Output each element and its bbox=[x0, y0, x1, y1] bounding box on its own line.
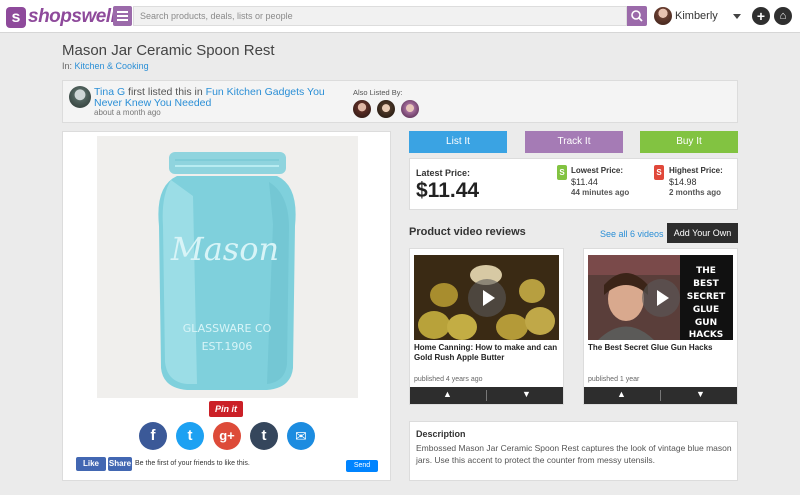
svg-text:THE: THE bbox=[696, 266, 716, 276]
video-reviews-heading: Product video reviews bbox=[409, 226, 526, 238]
search-icon bbox=[631, 10, 643, 22]
search-button[interactable] bbox=[627, 6, 647, 26]
breadcrumb-prefix: In: bbox=[62, 61, 73, 71]
description-panel: Description Embossed Mason Jar Ceramic S… bbox=[409, 421, 738, 481]
video-thumbnail[interactable]: THE BEST SECRET GLUE GUN HACKS bbox=[588, 255, 733, 340]
product-image[interactable]: Mason GLASSWARE CO EST.1906 bbox=[97, 136, 358, 398]
also-listed-label: Also Listed By: bbox=[353, 88, 403, 97]
jar-emboss-mason: Mason bbox=[170, 230, 279, 268]
listed-by-panel: Tina G first listed this in Fun Kitchen … bbox=[62, 80, 738, 123]
product-title: Mason Jar Ceramic Spoon Rest bbox=[62, 42, 275, 59]
latest-price-value: $11.44 bbox=[416, 179, 480, 202]
list-it-button[interactable]: List It bbox=[409, 131, 507, 153]
thumbs-down-icon[interactable]: ▼ bbox=[696, 389, 705, 399]
highest-price-tag-icon: S bbox=[654, 165, 664, 180]
video-title[interactable]: The Best Secret Glue Gun Hacks bbox=[588, 343, 736, 353]
search-input[interactable]: Search products, deals, lists or people bbox=[133, 6, 627, 26]
listed-by-text: Tina G first listed this in Fun Kitchen … bbox=[94, 87, 354, 109]
svg-text:HACKS: HACKS bbox=[689, 330, 724, 340]
shopswell-logo[interactable]: s shopswell bbox=[6, 6, 116, 28]
messenger-send-button[interactable]: Send bbox=[346, 460, 378, 472]
also-listed-avatar[interactable] bbox=[401, 100, 419, 118]
thumbs-up-icon[interactable]: ▲ bbox=[617, 389, 626, 399]
user-avatar[interactable] bbox=[654, 7, 672, 25]
price-panel: Latest Price: $11.44 S Lowest Price: $11… bbox=[409, 158, 738, 210]
video-published: published 1 year bbox=[588, 376, 640, 383]
twitter-icon[interactable]: t bbox=[176, 422, 204, 450]
video-thumbnail[interactable] bbox=[414, 255, 559, 340]
chevron-down-icon[interactable] bbox=[733, 14, 741, 19]
see-all-videos-link[interactable]: See all 6 videos bbox=[600, 229, 664, 239]
facebook-like-text: Be the first of your friends to like thi… bbox=[135, 460, 250, 467]
play-icon[interactable] bbox=[468, 279, 506, 317]
svg-text:BEST: BEST bbox=[693, 279, 719, 289]
menu-icon[interactable] bbox=[113, 6, 132, 26]
top-navigation-bar: s shopswell Search products, deals, list… bbox=[0, 0, 800, 33]
video-card[interactable]: Home Canning: How to make and can Gold R… bbox=[409, 248, 564, 405]
add-your-own-button[interactable]: Add Your Own bbox=[667, 223, 738, 243]
video-published: published 4 years ago bbox=[414, 376, 483, 383]
pin-it-button[interactable]: Pin it bbox=[209, 401, 243, 417]
lowest-price-label: Lowest Price: bbox=[571, 166, 624, 175]
also-listed-avatar[interactable] bbox=[377, 100, 395, 118]
thumbs-down-icon[interactable]: ▼ bbox=[522, 389, 531, 399]
category-link[interactable]: Kitchen & Cooking bbox=[75, 61, 149, 71]
jar-emboss-est: EST.1906 bbox=[202, 340, 253, 353]
thumbs-up-icon[interactable]: ▲ bbox=[443, 389, 452, 399]
breadcrumb: In: Kitchen & Cooking bbox=[62, 61, 149, 71]
lowest-price-since: 44 minutes ago bbox=[571, 188, 630, 197]
facebook-like-button[interactable]: Like bbox=[76, 457, 106, 471]
highest-price-label: Highest Price: bbox=[669, 166, 723, 175]
google-plus-icon[interactable]: g+ bbox=[213, 422, 241, 450]
video-title[interactable]: Home Canning: How to make and can Gold R… bbox=[414, 343, 562, 363]
listed-time: about a month ago bbox=[94, 108, 161, 117]
logo-mark: s bbox=[6, 6, 26, 28]
svg-text:SECRET: SECRET bbox=[687, 292, 726, 302]
video-vote-bar: ▲ ▼ bbox=[584, 387, 737, 404]
add-button[interactable]: + bbox=[752, 7, 770, 25]
description-heading: Description bbox=[416, 429, 466, 439]
video-vote-bar: ▲ ▼ bbox=[410, 387, 563, 404]
jar-emboss-glassware: GLASSWARE CO bbox=[183, 322, 272, 335]
lister-avatar[interactable] bbox=[69, 86, 91, 108]
vote-divider bbox=[660, 390, 661, 401]
product-image-card: Mason GLASSWARE CO EST.1906 Pin it f t g… bbox=[62, 131, 391, 481]
description-text: Embossed Mason Jar Ceramic Spoon Rest ca… bbox=[416, 443, 732, 465]
lowest-price-tag-icon: S bbox=[557, 165, 567, 180]
track-it-button[interactable]: Track It bbox=[525, 131, 623, 153]
highest-price-since: 2 months ago bbox=[669, 188, 722, 197]
username[interactable]: Kimberly bbox=[675, 10, 718, 22]
svg-text:GUN: GUN bbox=[695, 318, 717, 328]
highest-price-value: $14.98 bbox=[669, 177, 697, 187]
lowest-price-value: $11.44 bbox=[571, 177, 598, 187]
video-card[interactable]: THE BEST SECRET GLUE GUN HACKS The Best … bbox=[583, 248, 738, 405]
email-icon[interactable]: ✉ bbox=[287, 422, 315, 450]
buy-it-button[interactable]: Buy It bbox=[640, 131, 738, 153]
vote-divider bbox=[486, 390, 487, 401]
latest-price-label: Latest Price: bbox=[416, 168, 471, 178]
play-icon[interactable] bbox=[642, 279, 680, 317]
facebook-icon[interactable]: f bbox=[139, 422, 167, 450]
tumblr-icon[interactable]: t bbox=[250, 422, 278, 450]
svg-text:GLUE: GLUE bbox=[693, 305, 719, 315]
mason-jar-spoon-rest-image: Mason GLASSWARE CO EST.1906 bbox=[97, 136, 358, 398]
logo-text: shopswell bbox=[28, 6, 116, 27]
also-listed-avatar[interactable] bbox=[353, 100, 371, 118]
facebook-share-button[interactable]: Share bbox=[108, 457, 132, 471]
home-button[interactable]: ⌂ bbox=[774, 7, 792, 25]
